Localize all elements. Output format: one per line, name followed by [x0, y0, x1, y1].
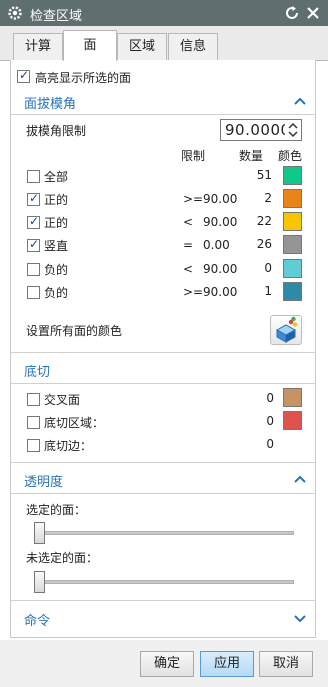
command-section-title: 命令 — [24, 614, 51, 629]
draft-row-count: 0 — [264, 261, 272, 275]
undercut-row-count: 0 — [266, 437, 274, 451]
undercut-row-checkbox[interactable] — [27, 416, 40, 429]
color-swatch[interactable] — [283, 282, 302, 301]
column-header-color: 颜色 — [278, 149, 303, 163]
draft-row-operator: = — [183, 238, 194, 252]
set-all-colors-label: 设置所有面的颜色 — [26, 324, 123, 338]
draft-row-checkbox[interactable] — [27, 237, 40, 252]
set-all-colors-button[interactable] — [270, 315, 302, 345]
chevron-down-icon[interactable] — [294, 613, 306, 623]
draft-row-checkbox[interactable] — [27, 191, 40, 206]
draft-row-limit: 90.00 — [203, 192, 238, 206]
undercut-row-checkbox[interactable] — [27, 393, 40, 406]
cancel-button[interactable]: 取消 — [259, 651, 313, 677]
close-icon[interactable] — [304, 4, 322, 22]
color-swatch[interactable] — [283, 189, 302, 208]
color-swatch[interactable] — [283, 259, 302, 278]
chevron-up-icon[interactable] — [294, 474, 306, 484]
draft-row-count: 26 — [256, 237, 272, 251]
draft-row-checkbox[interactable] — [27, 286, 40, 299]
chevron-up-icon[interactable] — [294, 96, 306, 106]
draft-row-limit: 90.00 — [203, 262, 238, 276]
draft-row-operator: >= — [183, 285, 204, 299]
apply-button[interactable]: 应用 — [200, 651, 254, 677]
command-section-header[interactable]: 命令 — [10, 607, 316, 631]
draft-section-header[interactable]: 面拔模角 — [10, 90, 316, 114]
undercut-section-header[interactable]: 底切 — [10, 358, 316, 382]
draft-row-label: 全部 — [44, 170, 69, 184]
highlight-checkbox[interactable] — [17, 68, 30, 83]
draft-row-limit: 90.00 — [203, 215, 238, 229]
unselected-face-slider-track[interactable] — [34, 580, 294, 584]
color-swatch[interactable] — [283, 212, 302, 231]
color-swatch[interactable] — [283, 166, 302, 185]
draft-section-title: 面拔模角 — [24, 97, 77, 112]
unselected-face-label: 未选定的面： — [26, 551, 99, 565]
column-header-limit: 限制 — [181, 149, 206, 163]
draft-row-count: 22 — [256, 214, 272, 228]
undercut-row-label: 底切边： — [44, 439, 93, 453]
reset-icon[interactable] — [284, 5, 300, 21]
draft-row-label: 负的 — [44, 263, 69, 277]
color-swatch[interactable] — [283, 235, 302, 254]
draft-row-operator: < — [183, 215, 194, 229]
undercut-row-checkbox[interactable] — [27, 439, 40, 452]
draft-limit-value[interactable]: 90.0000 — [225, 121, 285, 139]
highlight-label: 高亮显示所选的面 — [35, 71, 132, 85]
selected-face-label: 选定的面： — [26, 503, 87, 517]
undercut-row-count: 0 — [266, 414, 274, 428]
tab-strip: 计算 面 区域 信息 — [0, 26, 328, 61]
draft-row-count: 1 — [264, 284, 272, 298]
draft-row-operator: < — [183, 262, 194, 276]
color-swatch[interactable] — [283, 411, 302, 430]
draft-row-count: 2 — [264, 191, 272, 205]
gear-icon[interactable] — [6, 4, 24, 22]
unselected-face-slider-thumb[interactable] — [34, 571, 45, 593]
draft-row-operator: >= — [183, 192, 204, 206]
draft-row-checkbox[interactable] — [27, 214, 40, 229]
window-title: 检查区域 — [30, 9, 83, 24]
color-swatch[interactable] — [283, 388, 302, 407]
section-separator — [10, 352, 316, 353]
color-palette-icon — [275, 316, 298, 343]
title-bar: 检查区域 — [0, 0, 328, 26]
transparency-section-header[interactable]: 透明度 — [10, 468, 316, 492]
draft-row-checkbox[interactable] — [27, 263, 40, 276]
draft-row-limit: 90.00 — [203, 285, 238, 299]
tab-region[interactable]: 区域 — [117, 33, 167, 60]
section-separator — [10, 600, 316, 601]
draft-row-label: 竖直 — [44, 239, 69, 253]
selected-face-slider-thumb[interactable] — [34, 522, 45, 544]
undercut-row-count: 0 — [266, 391, 274, 405]
ok-button[interactable]: 确定 — [140, 651, 194, 677]
section-separator — [10, 383, 316, 384]
undercut-section-title: 底切 — [24, 365, 51, 380]
draft-limit-spinner[interactable]: 90.0000 — [220, 119, 302, 141]
draft-row-limit: 0.00 — [203, 238, 230, 252]
undercut-row-label: 交叉面 — [44, 393, 81, 407]
tab-compute[interactable]: 计算 — [13, 33, 63, 60]
section-separator — [10, 493, 316, 494]
column-header-count: 数量 — [239, 149, 264, 163]
draft-row-count: 51 — [256, 168, 272, 182]
tab-info[interactable]: 信息 — [168, 33, 218, 60]
draft-row-checkbox[interactable] — [27, 170, 40, 183]
undercut-row-label: 底切区域： — [44, 416, 105, 430]
section-separator — [10, 462, 316, 463]
spinner-arrows-icon[interactable] — [287, 122, 299, 138]
draft-row-label: 正的 — [44, 193, 69, 207]
selected-face-slider-track[interactable] — [34, 531, 294, 535]
draft-row-label: 负的 — [44, 286, 69, 300]
draft-row-label: 正的 — [44, 216, 69, 230]
tab-face[interactable]: 面 — [63, 30, 117, 61]
section-separator — [10, 114, 316, 115]
transparency-section-title: 透明度 — [24, 475, 64, 490]
draft-limit-label: 拔模角限制 — [26, 124, 87, 138]
